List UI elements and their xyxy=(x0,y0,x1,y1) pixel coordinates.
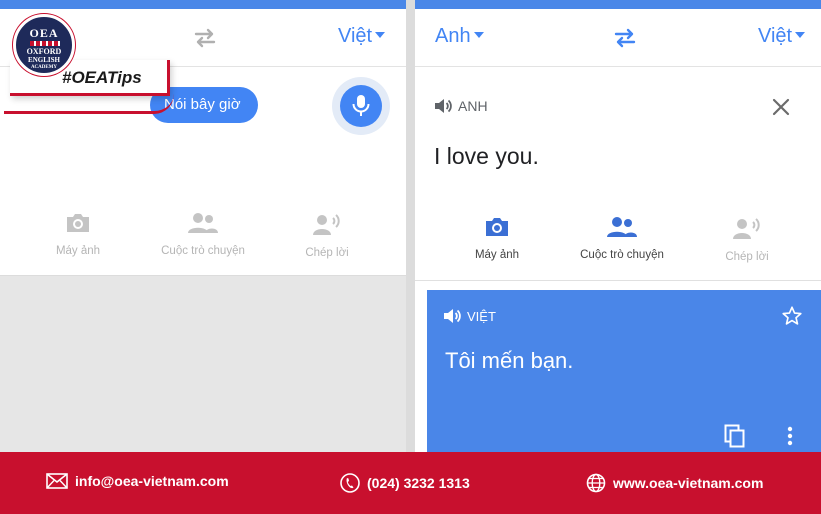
logo-line-english: ENGLISH xyxy=(28,56,60,64)
transcribe-icon xyxy=(733,218,760,239)
people-icon xyxy=(607,217,637,237)
footer-email-text: info@oea-vietnam.com xyxy=(75,473,229,489)
right-translate-screen: Anh Việt ANH I love you. Máy ảnh Cuộc tr… xyxy=(415,0,821,452)
contact-footer: info@oea-vietnam.com (024) 3232 1313 www… xyxy=(0,452,821,514)
source-language-header: ANH xyxy=(458,98,488,114)
footer-phone-text: (024) 3232 1313 xyxy=(367,475,470,491)
target-language-label: Việt xyxy=(758,25,793,47)
conversation-tool-label: Cuộc trò chuyện xyxy=(161,245,245,257)
camera-tool-label: Máy ảnh xyxy=(55,245,101,257)
camera-tool[interactable]: Máy ảnh xyxy=(432,216,562,261)
people-icon xyxy=(188,213,218,233)
screen-divider xyxy=(406,0,415,452)
logo-line-oxford: OXFORD xyxy=(26,47,62,56)
swap-languages-icon[interactable] xyxy=(612,27,638,49)
close-icon[interactable] xyxy=(771,97,791,117)
logo-line-academy: ACADEMY xyxy=(30,65,58,70)
conversation-tool[interactable]: Cuộc trò chuyện xyxy=(557,216,687,261)
conversation-tool[interactable]: Cuộc trò chuyện xyxy=(138,212,268,257)
globe-icon xyxy=(586,473,606,493)
brand-badge: #OEATips OEA OXFORD ENGLISH ACADEMY xyxy=(0,0,175,118)
mail-icon xyxy=(46,473,68,489)
source-text[interactable]: I love you. xyxy=(434,143,539,170)
footer-website[interactable]: www.oea-vietnam.com xyxy=(586,473,763,493)
hashtag-text: #OEATips xyxy=(62,68,142,87)
translation-header: VIỆT xyxy=(443,308,496,324)
logo-flag-stripe xyxy=(30,41,60,46)
star-icon[interactable] xyxy=(781,305,803,327)
oea-logo: OEA OXFORD ENGLISH ACADEMY xyxy=(13,14,75,76)
camera-icon xyxy=(486,218,508,236)
badge-accent-line xyxy=(4,94,174,114)
microphone-button[interactable] xyxy=(340,85,382,127)
swap-languages-icon[interactable] xyxy=(192,27,218,49)
speaker-icon[interactable] xyxy=(443,308,461,324)
source-language-selector[interactable]: Anh xyxy=(435,25,484,48)
camera-tool-label: Máy ảnh xyxy=(474,249,520,261)
transcribe-tool-label: Chép lời xyxy=(305,247,349,259)
source-header: ANH xyxy=(434,98,488,114)
camera-tool[interactable]: Máy ảnh xyxy=(13,212,143,257)
transcribe-tool[interactable]: Chép lời xyxy=(262,212,392,259)
footer-website-text: www.oea-vietnam.com xyxy=(613,475,764,491)
chevron-down-icon xyxy=(473,31,484,38)
translation-card[interactable]: VIỆT Tôi mến bạn. xyxy=(427,290,821,452)
phone-icon xyxy=(340,473,360,493)
source-text-area: ANH I love you. Máy ảnh Cuộc trò chuyện … xyxy=(415,67,821,281)
microphone-icon xyxy=(352,95,370,116)
conversation-tool-label: Cuộc trò chuyện xyxy=(580,249,664,261)
target-language-label: Việt xyxy=(338,25,373,47)
target-language-selector[interactable]: Việt xyxy=(338,25,386,48)
language-bar: Anh Việt xyxy=(415,9,821,67)
transcribe-icon xyxy=(313,214,340,235)
footer-email[interactable]: info@oea-vietnam.com xyxy=(46,473,229,489)
speaker-icon[interactable] xyxy=(434,98,452,114)
status-strip xyxy=(415,0,821,9)
copy-icon[interactable] xyxy=(724,424,746,448)
footer-phone[interactable]: (024) 3232 1313 xyxy=(340,473,470,493)
source-language-label: Anh xyxy=(435,25,471,47)
target-language-selector[interactable]: Việt xyxy=(758,25,806,48)
translation-text: Tôi mến bạn. xyxy=(445,348,574,373)
chevron-down-icon xyxy=(375,31,386,38)
chevron-down-icon xyxy=(795,31,806,38)
translation-language-header: VIỆT xyxy=(467,308,496,324)
camera-icon xyxy=(67,214,89,232)
more-options-icon[interactable] xyxy=(787,426,793,446)
transcribe-tool-label: Chép lời xyxy=(725,251,769,263)
screenshot-root: Việt Nói bây giờ Máy ảnh Cuộc trò chuyện… xyxy=(0,0,821,514)
logo-oea-text: OEA xyxy=(29,26,59,40)
transcribe-tool[interactable]: Chép lời xyxy=(682,216,812,263)
